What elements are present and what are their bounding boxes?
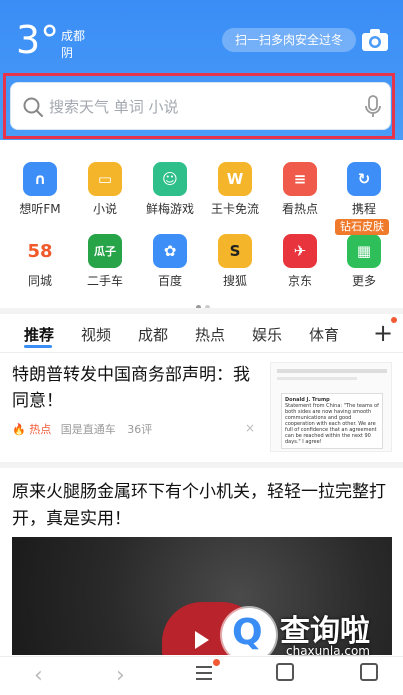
wangka-icon: W	[218, 162, 252, 196]
news-title[interactable]: 原来火腿肠金属环下有个小机关，轻轻一拉完整打开，真是实用！	[12, 479, 392, 533]
tab-sports[interactable]: 体育	[309, 324, 339, 345]
forward-button[interactable]: ›	[116, 663, 125, 688]
news-tabs: 推荐 视频 成都 热点 娱乐 体育	[0, 314, 403, 353]
tab-entertainment[interactable]: 娱乐	[252, 324, 282, 345]
app-label: 看热点	[281, 202, 318, 216]
tabs-button[interactable]	[276, 663, 294, 681]
app-tile[interactable]: S 搜狐	[205, 234, 265, 289]
app-tile[interactable]: ≡ 看热点	[270, 162, 330, 217]
temperature[interactable]: 3°	[16, 20, 59, 60]
back-button[interactable]: ‹	[34, 663, 43, 688]
menu-icon[interactable]	[194, 664, 214, 682]
weather-condition: 阴	[61, 46, 74, 60]
active-tab-indicator	[24, 345, 52, 348]
news-tag: 热点	[29, 423, 52, 436]
ctrip-icon: ↻	[347, 162, 381, 196]
app-tile[interactable]: ▭ 小说	[75, 162, 135, 217]
fire-icon: 🔥	[12, 423, 26, 436]
news-comments: 36评	[127, 423, 153, 436]
promo-badge[interactable]: 钻石皮肤	[335, 219, 389, 235]
sohu-icon: S	[218, 234, 252, 268]
app-label: 搜狐	[222, 274, 247, 288]
headphones-icon: ∩	[23, 162, 57, 196]
app-label: 想听FM	[19, 202, 61, 216]
app-tile[interactable]: ↻ 携程	[334, 162, 394, 217]
menu-notification-dot	[213, 659, 220, 666]
dismiss-icon[interactable]: ×	[245, 421, 255, 435]
tweet-text: Statement from China: "The teams of both…	[285, 403, 379, 445]
add-tab-button[interactable]: +	[373, 319, 393, 347]
58-icon: 58	[23, 234, 57, 268]
search-placeholder[interactable]: 搜索天气 单词 小说	[49, 96, 179, 118]
tab-video[interactable]: 视频	[81, 324, 111, 345]
play-icon[interactable]	[195, 631, 209, 649]
grid-icon: ▦	[347, 234, 381, 268]
app-label: 小说	[92, 202, 117, 216]
app-label: 京东	[287, 274, 312, 288]
book-icon: ▭	[88, 162, 122, 196]
app-tile[interactable]: ▦ 更多	[334, 234, 394, 289]
jd-icon: ✈	[283, 234, 317, 268]
app-label: 同城	[27, 274, 52, 288]
tab-hot[interactable]: 热点	[195, 324, 225, 345]
tweet-card: Donald J. Trump Statement from China: "T…	[281, 393, 383, 449]
app-label: 更多	[351, 274, 376, 288]
app-tile[interactable]: 瓜子 二手车	[75, 234, 135, 289]
guazi-icon: 瓜子	[88, 234, 122, 268]
city-label[interactable]: 成都	[61, 27, 85, 44]
baidu-icon: ✿	[153, 234, 187, 268]
app-tile[interactable]: ✿ 百度	[140, 234, 200, 289]
app-tile[interactable]: ∩ 想听FM	[10, 162, 70, 217]
app-label: 携程	[351, 202, 376, 216]
home-button[interactable]	[360, 663, 378, 681]
news-thumbnail[interactable]: Donald J. Trump Statement from China: "T…	[270, 362, 392, 452]
news-title[interactable]: 特朗普转发中国商务部声明：我同意！	[12, 362, 264, 414]
notification-dot	[391, 317, 397, 323]
app-tile[interactable]: W 王卡免流	[205, 162, 265, 217]
section-divider	[0, 462, 403, 468]
hotspot-icon: ≡	[283, 162, 317, 196]
app-tile[interactable]: ☺ 鲜梅游戏	[140, 162, 200, 217]
search-icon	[23, 97, 43, 117]
app-tile[interactable]: 58 同城	[10, 234, 70, 289]
news-source: 国是直通车	[60, 423, 116, 436]
app-label: 百度	[157, 274, 182, 288]
tab-recommend[interactable]: 推荐	[24, 324, 54, 345]
camera-icon[interactable]	[361, 28, 389, 52]
news-meta: 🔥 热点 国是直通车 36评	[12, 421, 152, 437]
scan-promo-button[interactable]: 扫一扫多肉安全过冬	[222, 28, 356, 52]
app-label: 鲜梅游戏	[145, 202, 194, 216]
app-label: 王卡免流	[210, 202, 259, 216]
app-tile[interactable]: ✈ 京东	[270, 234, 330, 289]
mic-icon[interactable]	[364, 95, 382, 119]
app-label: 二手车	[86, 274, 123, 288]
game-icon: ☺	[153, 162, 187, 196]
tab-chengdu[interactable]: 成都	[138, 324, 168, 345]
watermark-logo-icon: Q	[232, 612, 263, 653]
